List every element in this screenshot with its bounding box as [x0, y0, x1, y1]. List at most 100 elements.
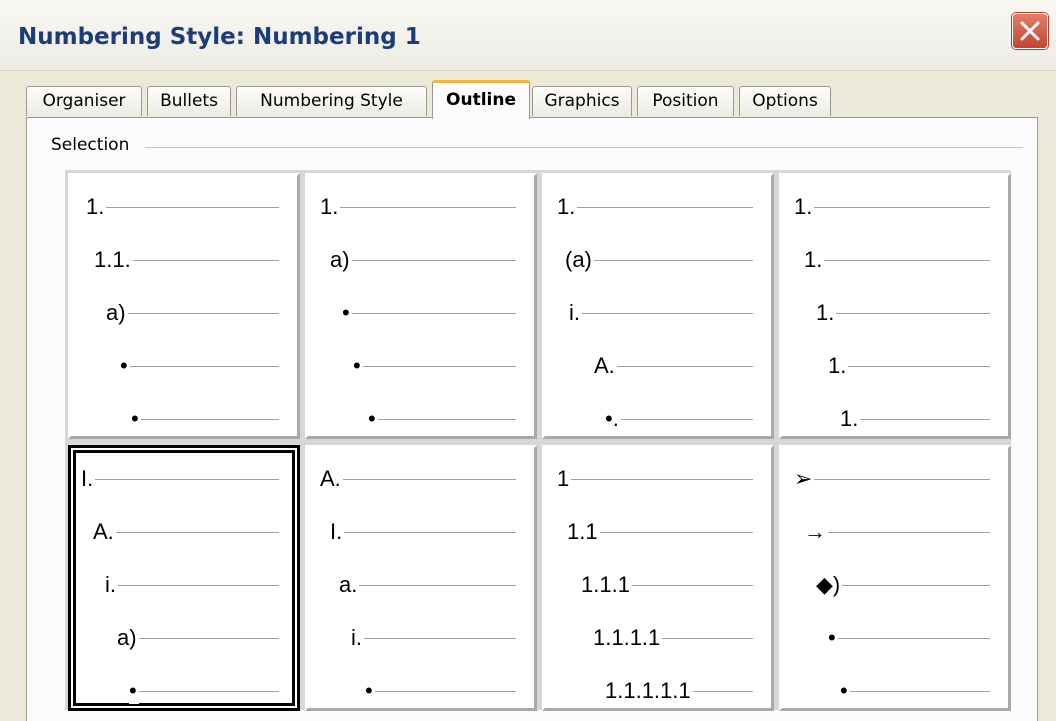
level-line [363, 366, 516, 367]
level-line [850, 419, 990, 420]
level-line [575, 260, 753, 261]
tab-bullets[interactable]: Bullets [147, 86, 231, 116]
level-marker: • [828, 625, 838, 651]
outline-level-row: → [782, 519, 1008, 549]
level-line [91, 479, 279, 480]
outline-level-row: I. [71, 466, 297, 496]
outline-level-row: • [782, 678, 1008, 708]
outline-option-6[interactable]: A. I. a. i. • [305, 445, 537, 711]
level-line [804, 479, 990, 480]
level-marker: 1. [86, 194, 107, 220]
level-line [577, 532, 753, 533]
level-line [814, 260, 990, 261]
tab-outline[interactable]: Outline [432, 80, 530, 119]
level-marker: 1. [828, 353, 849, 379]
level-line [330, 479, 516, 480]
level-line [141, 419, 279, 420]
level-line [804, 207, 990, 208]
level-marker: 1. [557, 194, 578, 220]
outline-level-row: • [71, 353, 297, 383]
outline-level-row: •. [545, 406, 771, 436]
outline-option-1[interactable]: 1. 1.1. a) • • [68, 173, 300, 439]
outline-level-row: 1. [782, 247, 1008, 277]
outline-level-row: 1.1.1.1 [545, 625, 771, 655]
outline-level-row: a) [71, 625, 297, 655]
outline-level-row: • [71, 678, 297, 708]
level-line [615, 419, 753, 420]
outline-level-row: A. [308, 466, 534, 496]
outline-level-row: A. [71, 519, 297, 549]
level-marker: (a) [565, 247, 594, 273]
level-marker: I. [330, 519, 345, 545]
level-marker: • [131, 406, 141, 432]
selection-divider [145, 147, 1023, 148]
outline-level-row: • [308, 406, 534, 436]
level-line [567, 207, 753, 208]
level-line [838, 638, 990, 639]
outline-level-row: • [782, 625, 1008, 655]
outline-level-row: i. [71, 572, 297, 602]
tab-position[interactable]: Position [637, 86, 734, 116]
level-marker: 1.1 [567, 519, 600, 545]
level-marker: • [368, 406, 378, 432]
level-marker: 1. [320, 194, 341, 220]
outline-level-row: 1. [308, 194, 534, 224]
level-marker: 1. [804, 247, 825, 273]
level-line [96, 207, 279, 208]
level-marker: •. [605, 406, 621, 432]
level-marker: 1.1. [94, 247, 133, 273]
outline-option-8[interactable]: ➢ → ◆) • • [779, 445, 1011, 711]
outline-level-row: 1. [782, 194, 1008, 224]
outline-level-row: ➢ [782, 466, 1008, 496]
tab-options[interactable]: Options [739, 86, 831, 116]
level-marker: 1.1.1 [581, 572, 632, 598]
level-line [579, 313, 753, 314]
tab-numbering-style[interactable]: Numbering Style [236, 86, 427, 116]
level-line [826, 585, 990, 586]
outline-option-7[interactable]: 1 1.1 1.1.1 1.1.1.1 1.1.1.1.1 [542, 445, 774, 711]
level-line [826, 313, 990, 314]
level-line [604, 366, 753, 367]
outline-option-4[interactable]: 1. 1. 1. 1. 1. [779, 173, 1011, 439]
outline-level-row: ◆) [782, 572, 1008, 602]
level-line [361, 638, 516, 639]
tab-graphics[interactable]: Graphics [532, 86, 632, 116]
level-line [139, 691, 279, 692]
close-icon [1020, 21, 1040, 41]
level-line [378, 419, 516, 420]
outline-option-2[interactable]: 1. a) • • • [305, 173, 537, 439]
outline-option-3[interactable]: 1. (a) i. A. •. [542, 173, 774, 439]
outline-selection-grid: 1. 1.1. a) • • 1. a) • • • 1. (a) i. A. •. 1. 1. 1. 1. 1. I.… [65, 170, 1011, 711]
outline-level-row: 1. [782, 300, 1008, 330]
level-line [838, 366, 990, 367]
level-marker: • [342, 300, 352, 326]
outline-level-row: a. [308, 572, 534, 602]
outline-level-row: 1. [782, 406, 1008, 436]
level-line [115, 585, 279, 586]
level-marker: 1. [840, 406, 861, 432]
level-marker: 1. [794, 194, 815, 220]
level-marker: • [365, 678, 375, 704]
level-line [567, 479, 753, 480]
level-line [127, 638, 279, 639]
level-marker: 1. [816, 300, 837, 326]
outline-option-5[interactable]: I. A. i. a) • [68, 445, 300, 711]
tab-strip: Organiser Bullets Numbering Style Outlin… [26, 80, 1026, 119]
level-line [130, 366, 279, 367]
level-marker: • [840, 678, 850, 704]
window-title: Numbering Style: Numbering 1 [18, 24, 421, 50]
selection-label: Selection [51, 135, 138, 155]
level-marker: i. [569, 300, 582, 326]
level-line [352, 313, 516, 314]
level-marker: 1 [557, 466, 572, 492]
level-line [349, 585, 516, 586]
level-line [340, 260, 516, 261]
level-line [340, 532, 516, 533]
close-button[interactable] [1012, 13, 1048, 49]
level-marker: i. [351, 625, 364, 651]
level-marker: A. [93, 519, 116, 545]
level-marker: a) [106, 300, 128, 326]
level-marker: → [804, 519, 828, 545]
level-marker: a) [330, 247, 352, 273]
tab-organiser[interactable]: Organiser [26, 86, 142, 116]
